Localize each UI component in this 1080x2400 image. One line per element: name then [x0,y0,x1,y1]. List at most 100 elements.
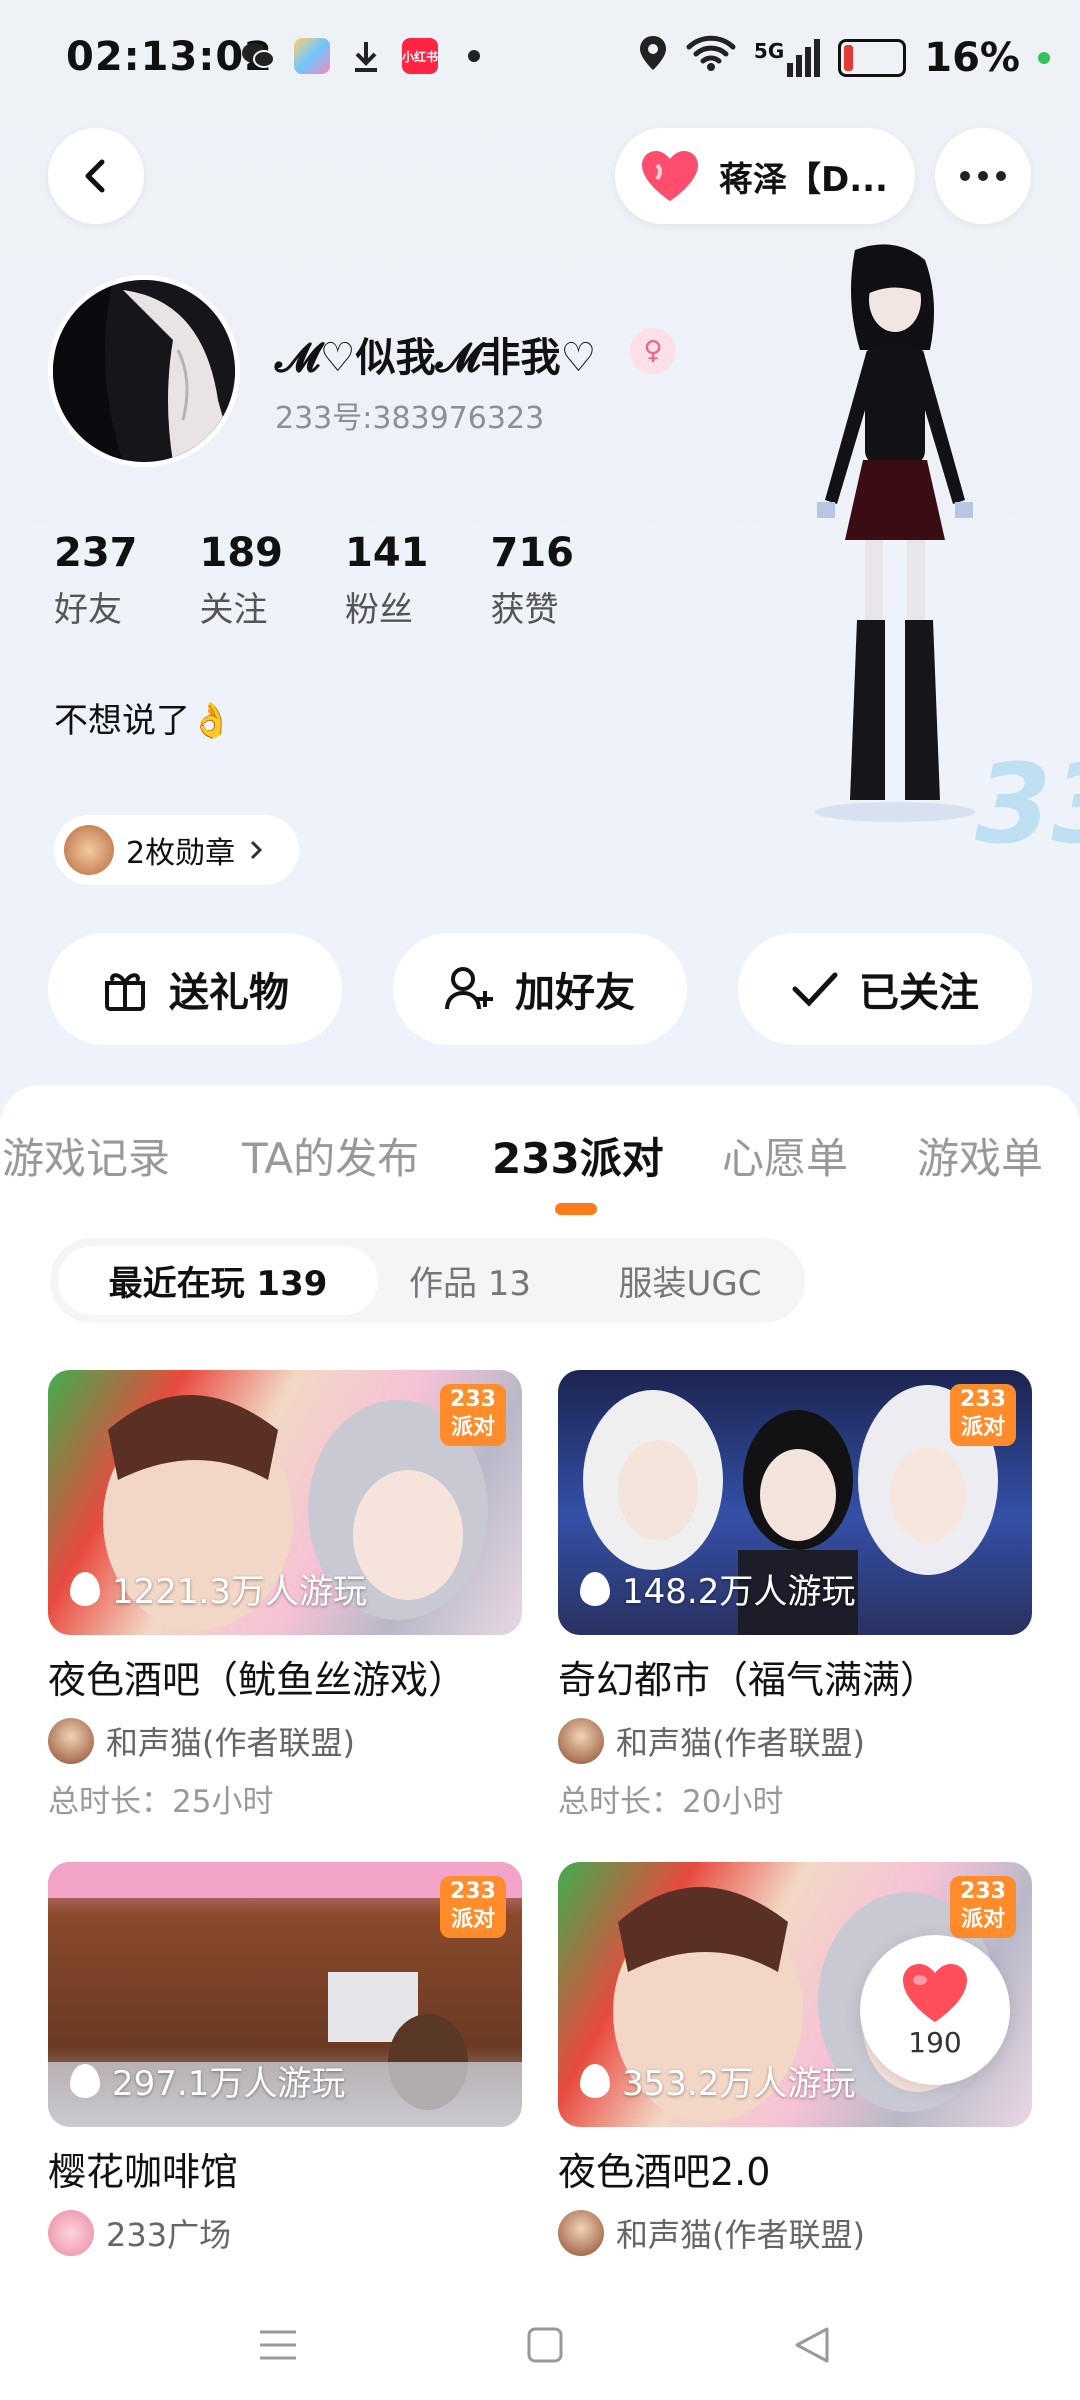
add-friend-label: 加好友 [515,970,635,1016]
add-user-icon [445,967,493,1010]
location-icon [638,34,668,82]
play-duration: 总时长：25小时 [48,1784,274,1820]
status-right: 5G 16% [638,34,1050,82]
send-gift-button[interactable]: 送礼物 [48,933,342,1045]
stat-label: 获赞 [490,590,559,630]
subtab-recently-played[interactable]: 最近在玩 139 [58,1246,378,1315]
game-thumbnail: 233 派对 148.2万人游玩 [558,1370,1032,1635]
battery-fill [844,45,854,71]
party-badge: 233 派对 [950,1384,1016,1446]
author-name: 233广场 [106,2216,232,2254]
medal-count: 2枚勋章 [126,836,236,871]
play-count-text: 1221.3万人游玩 [112,1572,367,1612]
more-button[interactable] [935,128,1031,224]
badge-party: 派对 [450,1907,495,1932]
user-id: 233号:383976323 [275,401,545,436]
stat-label: 粉丝 [345,590,413,630]
chevron-left-icon [85,159,105,193]
medal-icon [64,825,114,875]
party-badge: 233 派对 [950,1876,1016,1938]
add-friend-button[interactable]: 加好友 [393,933,687,1045]
app-icon [294,38,330,74]
subtab-outfit-ugc[interactable]: 服装UGC [590,1246,790,1315]
tab-game-list[interactable]: 游戏单 [917,1125,1043,1186]
home-square-icon [527,2327,563,2363]
game-author: 和声猫(作者联盟) [558,1718,1032,1764]
stat-friends[interactable]: 237 好友 [54,530,138,631]
play-count-text: 353.2万人游玩 [622,2064,856,2104]
send-gift-label: 送礼物 [169,970,289,1016]
like-button[interactable]: 190 [860,1935,1010,2085]
avatar[interactable] [48,275,240,467]
like-count: 190 [908,2025,962,2059]
stat-number: 141 [345,530,429,576]
stat-likes[interactable]: 716 获赞 [491,530,575,631]
heart-icon [903,1963,967,2022]
followed-label: 已关注 [859,970,979,1016]
tab-ta-posts[interactable]: TA的发布 [242,1125,419,1186]
xiaohongshu-icon: 小红书 [402,38,438,74]
followed-button[interactable]: 已关注 [738,933,1032,1045]
game-title: 夜色酒吧2.0 [558,2150,771,2194]
game-card[interactable]: 233 派对 1221.3万人游玩 夜色酒吧（鱿鱼丝游戏） 和声猫(作者联盟) 总… [48,1370,522,1821]
author-avatar [48,2210,94,2256]
more-dot-icon [960,171,970,181]
game-title: 奇幻都市（福气满满） [558,1658,939,1702]
back-button[interactable] [48,128,144,224]
check-icon [792,972,838,1007]
tab-wishlist[interactable]: 心愿单 [722,1125,848,1186]
home-button[interactable] [515,2315,575,2375]
decoration-233: 33 [975,740,1080,868]
game-title: 夜色酒吧（鱿鱼丝游戏） [48,1658,467,1702]
game-card[interactable]: 233 派对 297.1万人游玩 樱花咖啡馆 233广场 [48,1862,522,2256]
play-count: 297.1万人游玩 [70,2056,345,2105]
network-type: 5G [753,39,785,63]
stat-number: 237 [54,530,138,576]
back-triangle-icon [795,2327,829,2363]
stat-label: 关注 [199,590,268,630]
play-duration: 总时长：20小时 [558,1784,784,1820]
tab-game-records[interactable]: 游戏记录 [2,1125,170,1186]
badge-party: 派对 [960,1415,1005,1440]
tab-233-party[interactable]: 233派对 [492,1125,664,1186]
badge-233: 233 [960,1387,1006,1412]
status-bar: 02:13:02 小红书 5G 16% [0,0,1080,125]
stat-label: 好友 [54,590,122,630]
gift-icon [105,973,145,1011]
friend-chip[interactable]: 蒋泽【D... [615,128,915,224]
play-count: 148.2万人游玩 [580,1564,855,1613]
download-icon [348,38,384,74]
party-badge: 233 派对 [440,1876,506,1938]
author-name: 和声猫(作者联盟) [616,1724,865,1762]
badge-party: 派对 [960,1907,1005,1932]
wifi-icon [686,35,736,81]
badge-party: 派对 [450,1415,495,1440]
stat-following[interactable]: 189 关注 [200,530,284,631]
game-author: 233广场 [48,2210,522,2256]
play-count: 353.2万人游玩 [580,2056,855,2105]
badge-233: 233 [450,1879,496,1904]
flame-icon [70,2063,100,2098]
back-nav-button[interactable] [782,2315,842,2375]
party-badge: 233 派对 [440,1384,506,1446]
game-author: 和声猫(作者联盟) [48,1718,522,1764]
subtab-works[interactable]: 作品 13 [370,1246,570,1315]
stat-fans[interactable]: 141 粉丝 [345,530,429,631]
charging-dot [1038,52,1050,64]
game-card[interactable]: 233 派对 148.2万人游玩 奇幻都市（福气满满） 和声猫(作者联盟) 总时长… [558,1370,1032,1821]
notification-icons: 小红书 [240,38,492,74]
flame-icon [580,1571,610,1606]
menu-button[interactable] [248,2315,308,2375]
play-count-text: 297.1万人游玩 [112,2064,346,2104]
medal-chip[interactable]: 2枚勋章 [54,815,300,885]
chevron-right-icon [251,840,263,860]
battery-percent: 16% [924,35,1020,81]
friend-name: 蒋泽【D... [719,159,888,200]
signal-icon: 5G [753,39,821,77]
game-author: 和声猫(作者联盟) [558,2210,1032,2256]
stat-number: 189 [199,530,284,576]
more-dot-icon [996,171,1006,181]
play-count: 1221.3万人游玩 [70,1564,367,1613]
author-name: 和声猫(作者联盟) [106,1724,355,1762]
flame-icon [580,2063,610,2098]
